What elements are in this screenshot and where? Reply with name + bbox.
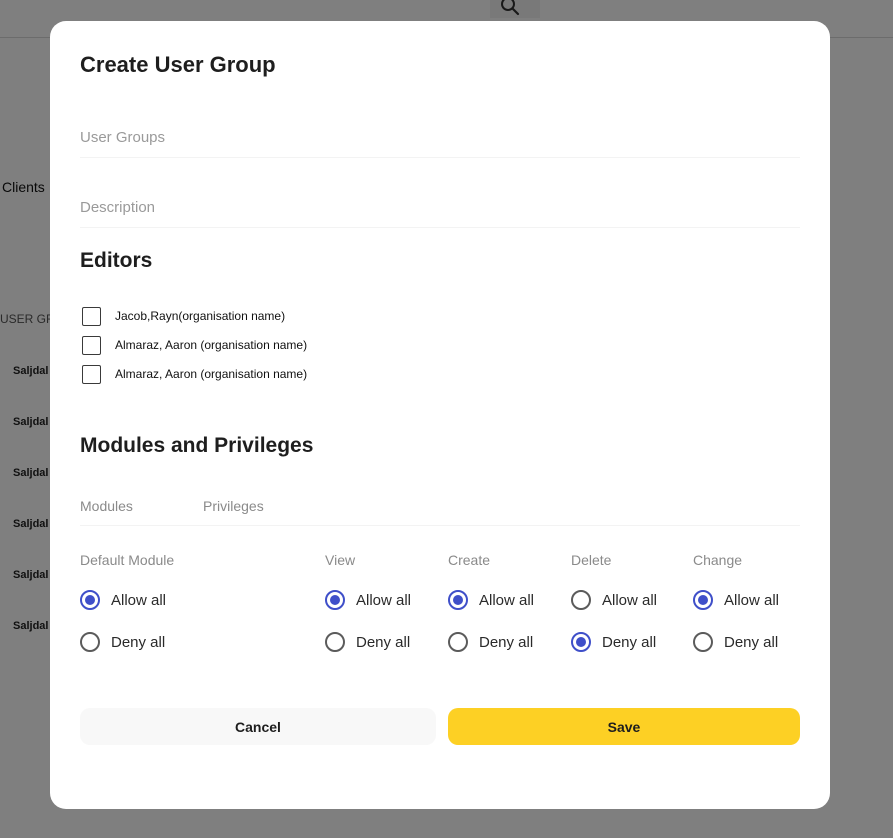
editor-item[interactable]: Almaraz, Aaron (organisation name) [82, 364, 307, 384]
editor-checkbox[interactable] [82, 335, 101, 355]
radio-label: Deny all [356, 633, 411, 651]
radio-button[interactable] [80, 632, 100, 652]
radio-button[interactable] [693, 590, 713, 610]
delete-deny-radio[interactable]: Deny all [571, 631, 656, 653]
editor-item[interactable]: Almaraz, Aaron (organisation name) [82, 335, 307, 355]
radio-label: Allow all [356, 591, 412, 609]
field-divider [80, 227, 800, 228]
field-divider [80, 157, 800, 158]
radio-button[interactable] [448, 632, 468, 652]
change-allow-radio[interactable]: Allow all [693, 589, 779, 611]
radio-button[interactable] [571, 632, 591, 652]
radio-label: Deny all [602, 633, 657, 651]
editor-checkbox[interactable] [82, 306, 101, 326]
editor-label: Almaraz, Aaron (organisation name) [115, 367, 308, 381]
tab-privileges[interactable]: Privileges [203, 498, 264, 514]
radio-label: Deny all [111, 633, 166, 651]
create-allow-radio[interactable]: Allow all [448, 589, 534, 611]
modules-privileges-title: Modules and Privileges [80, 434, 314, 457]
radio-button[interactable] [448, 590, 468, 610]
user-groups-field[interactable]: User Groups [80, 129, 165, 146]
delete-header: Delete [571, 552, 612, 568]
modal-title: Create User Group [80, 52, 276, 77]
description-field[interactable]: Description [80, 199, 155, 216]
tab-divider [80, 525, 800, 526]
radio-button[interactable] [80, 590, 100, 610]
radio-label: Allow all [602, 591, 658, 609]
radio-label: Allow all [111, 591, 167, 609]
default-module-header: Default Module [80, 552, 175, 568]
editor-label: Almaraz, Aaron (organisation name) [115, 338, 308, 352]
radio-label: Allow all [724, 591, 780, 609]
cancel-button[interactable]: Cancel [80, 708, 436, 745]
save-button[interactable]: Save [448, 708, 800, 745]
change-header: Change [693, 552, 743, 568]
delete-allow-radio[interactable]: Allow all [571, 589, 657, 611]
radio-button[interactable] [325, 590, 345, 610]
create-user-group-modal: Create User Group User Groups Descriptio… [50, 21, 830, 809]
view-header: View [325, 552, 356, 568]
radio-button[interactable] [325, 632, 345, 652]
create-header: Create [448, 552, 491, 568]
create-deny-radio[interactable]: Deny all [448, 631, 533, 653]
change-deny-radio[interactable]: Deny all [693, 631, 778, 653]
editors-title: Editors [80, 249, 153, 272]
default-module-deny-radio[interactable]: Deny all [80, 631, 165, 653]
editor-checkbox[interactable] [82, 364, 101, 384]
editor-label: Jacob,Rayn(organisation name) [115, 309, 286, 323]
default-module-allow-radio[interactable]: Allow all [80, 589, 166, 611]
radio-label: Allow all [479, 591, 535, 609]
radio-button[interactable] [693, 632, 713, 652]
view-deny-radio[interactable]: Deny all [325, 631, 410, 653]
view-allow-radio[interactable]: Allow all [325, 589, 411, 611]
radio-label: Deny all [479, 633, 534, 651]
radio-label: Deny all [724, 633, 779, 651]
radio-button[interactable] [571, 590, 591, 610]
editor-item[interactable]: Jacob,Rayn(organisation name) [82, 306, 285, 326]
tab-modules[interactable]: Modules [80, 498, 133, 514]
